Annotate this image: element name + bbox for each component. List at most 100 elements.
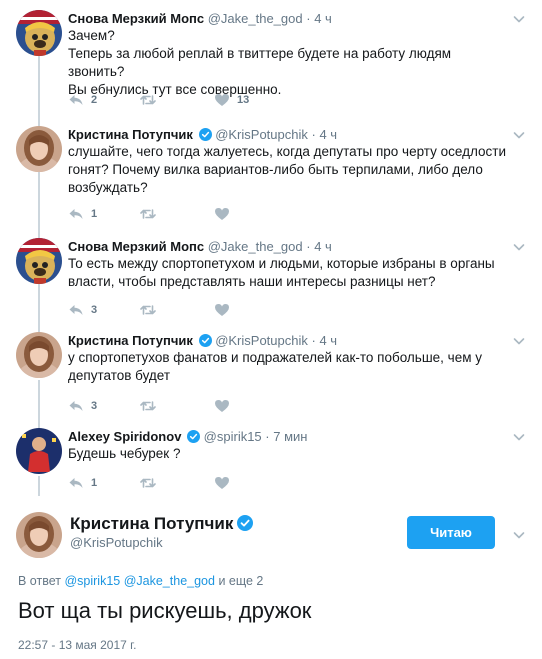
tweet-time[interactable]: 4 ч [319, 127, 337, 142]
retweet-button[interactable] [140, 475, 163, 491]
avatar[interactable] [16, 428, 62, 474]
author-handle[interactable]: @KrisPotupchik [215, 333, 308, 348]
author-handle[interactable]: @Jake_the_god [208, 11, 303, 26]
separator: · [311, 127, 316, 142]
thread-tweet[interactable]: Кристина Потупчик @KrisPotupchik · 4 ч у … [0, 332, 542, 432]
tweet-text-line: Теперь за любой реплай в твиттере будете… [68, 46, 452, 79]
retweet-icon [140, 303, 156, 317]
tweet-text-line: гонят? Почему вилка вариантов-либо быть … [68, 162, 483, 177]
tweet-time[interactable]: 4 ч [319, 333, 337, 348]
reply-count: 2 [91, 94, 98, 106]
retweet-button[interactable] [140, 92, 163, 108]
heart-icon [214, 476, 230, 490]
reply-icon [68, 476, 84, 490]
tweet-header: Снова Мерзкий Мопс @Jake_the_god · 4 ч [68, 10, 332, 27]
tweet-time[interactable]: 4 ч [314, 11, 332, 26]
avatar[interactable] [16, 10, 62, 56]
avatar[interactable] [16, 238, 62, 284]
author-handle[interactable]: @KrisPotupchik [70, 534, 163, 551]
verified-badge-icon [198, 128, 212, 141]
mention-link[interactable]: @Jake_the_god [124, 574, 215, 588]
reply-prefix: В ответ [18, 574, 61, 588]
tweet-actions: 3 [68, 302, 368, 318]
reply-button[interactable]: 3 [68, 398, 97, 414]
tweet-text: Зачем? Теперь за любой реплай в твиттере … [68, 27, 508, 99]
retweet-button[interactable] [140, 206, 163, 222]
tweet-timestamp[interactable]: 22:57 - 13 мая 2017 г. [18, 638, 136, 652]
tweet-time[interactable]: 4 ч [314, 239, 332, 254]
tweet-header: Кристина Потупчик @KrisPotupchik · 4 ч [68, 126, 337, 143]
tweet-text: слушайте, чего тогда жалуетесь, когда де… [68, 143, 508, 197]
reply-count: 1 [91, 477, 98, 489]
chevron-down-icon[interactable] [512, 12, 526, 26]
tweet-text-line: слушайте, чего тогда жалуетесь, когда де… [68, 144, 506, 159]
reply-context: В ответ @spirik15 @Jake_the_god и еще 2 [18, 574, 263, 588]
tweet-time[interactable]: 7 мин [273, 429, 307, 444]
thread-tweet[interactable]: Снова Мерзкий Мопс @Jake_the_god · 4 ч То… [0, 238, 542, 338]
reply-count: 1 [91, 208, 98, 220]
thread-tweet[interactable]: Снова Мерзкий Мопс @Jake_the_god · 4 ч За… [0, 10, 542, 110]
tweet-text-line: Будешь чебурек ? [68, 446, 181, 461]
mention-link[interactable]: @spirik15 [64, 574, 120, 588]
retweet-button[interactable] [140, 302, 163, 318]
heart-icon [214, 93, 230, 107]
retweet-button[interactable] [140, 398, 163, 414]
tweet-actions: 2 13 [68, 92, 368, 108]
like-button[interactable] [214, 398, 237, 414]
chevron-down-icon[interactable] [512, 528, 526, 542]
chevron-down-icon[interactable] [512, 334, 526, 348]
retweet-icon [140, 93, 156, 107]
chevron-down-icon[interactable] [512, 240, 526, 254]
reply-button[interactable]: 1 [68, 475, 97, 491]
following-button[interactable]: Читаю [407, 516, 495, 549]
heart-icon [214, 399, 230, 413]
author-name[interactable]: Кристина Потупчик [70, 514, 254, 534]
like-button[interactable] [214, 475, 237, 491]
reply-count: 3 [91, 400, 98, 412]
author-handle[interactable]: @spirik15 [204, 429, 262, 444]
like-button[interactable]: 13 [214, 92, 249, 108]
thread-tweet[interactable]: Кристина Потупчик @KrisPotupchik · 4 ч сл… [0, 126, 542, 226]
separator: · [306, 239, 311, 254]
reply-icon [68, 399, 84, 413]
reply-icon [68, 93, 84, 107]
tweet-text: у спортопетухов фанатов и подражателей к… [68, 349, 508, 385]
reply-icon [68, 303, 84, 317]
avatar[interactable] [16, 332, 62, 378]
reply-button[interactable]: 2 [68, 92, 97, 108]
reply-suffix[interactable]: и еще 2 [218, 574, 263, 588]
tweet-text-line: возбуждать? [68, 180, 148, 195]
tweet-actions: 3 [68, 398, 368, 414]
author-name[interactable]: Кристина Потупчик [68, 127, 193, 142]
retweet-icon [140, 207, 156, 221]
reply-icon [68, 207, 84, 221]
tweet-text-line: депутатов будет [68, 368, 171, 383]
like-button[interactable] [214, 206, 237, 222]
author-name[interactable]: Снова Мерзкий Мопс [68, 239, 204, 254]
tweet-text: Будешь чебурек ? [68, 445, 508, 463]
like-count: 13 [237, 94, 250, 106]
heart-icon [214, 207, 230, 221]
verified-badge-icon [187, 430, 201, 443]
reply-button[interactable]: 3 [68, 302, 97, 318]
tweet-text-line: у спортопетухов фанатов и подражателей к… [68, 350, 483, 365]
tweet-header: Alexey Spiridonov @spirik15 · 7 мин [68, 428, 308, 445]
reply-button[interactable]: 1 [68, 206, 97, 222]
author-name[interactable]: Снова Мерзкий Мопс [68, 11, 204, 26]
author-handle[interactable]: @Jake_the_god [208, 239, 303, 254]
avatar[interactable] [16, 126, 62, 172]
separator: · [311, 333, 316, 348]
tweet-text-line: власти, чтобы представлять наши интересы… [68, 274, 436, 289]
author-name[interactable]: Кристина Потупчик [68, 333, 193, 348]
author-name[interactable]: Alexey Spiridonov [68, 429, 181, 444]
verified-badge-icon [198, 334, 212, 347]
separator: · [265, 429, 270, 444]
author-handle[interactable]: @KrisPotupchik [215, 127, 308, 142]
tweet-text: То есть между спортопетухом и людьми, ко… [68, 255, 508, 291]
verified-badge-icon [237, 515, 254, 531]
avatar[interactable] [16, 512, 62, 558]
chevron-down-icon[interactable] [512, 430, 526, 444]
tweet-text-line: То есть между спортопетухом и людьми, ко… [68, 256, 495, 271]
chevron-down-icon[interactable] [512, 128, 526, 142]
like-button[interactable] [214, 302, 237, 318]
